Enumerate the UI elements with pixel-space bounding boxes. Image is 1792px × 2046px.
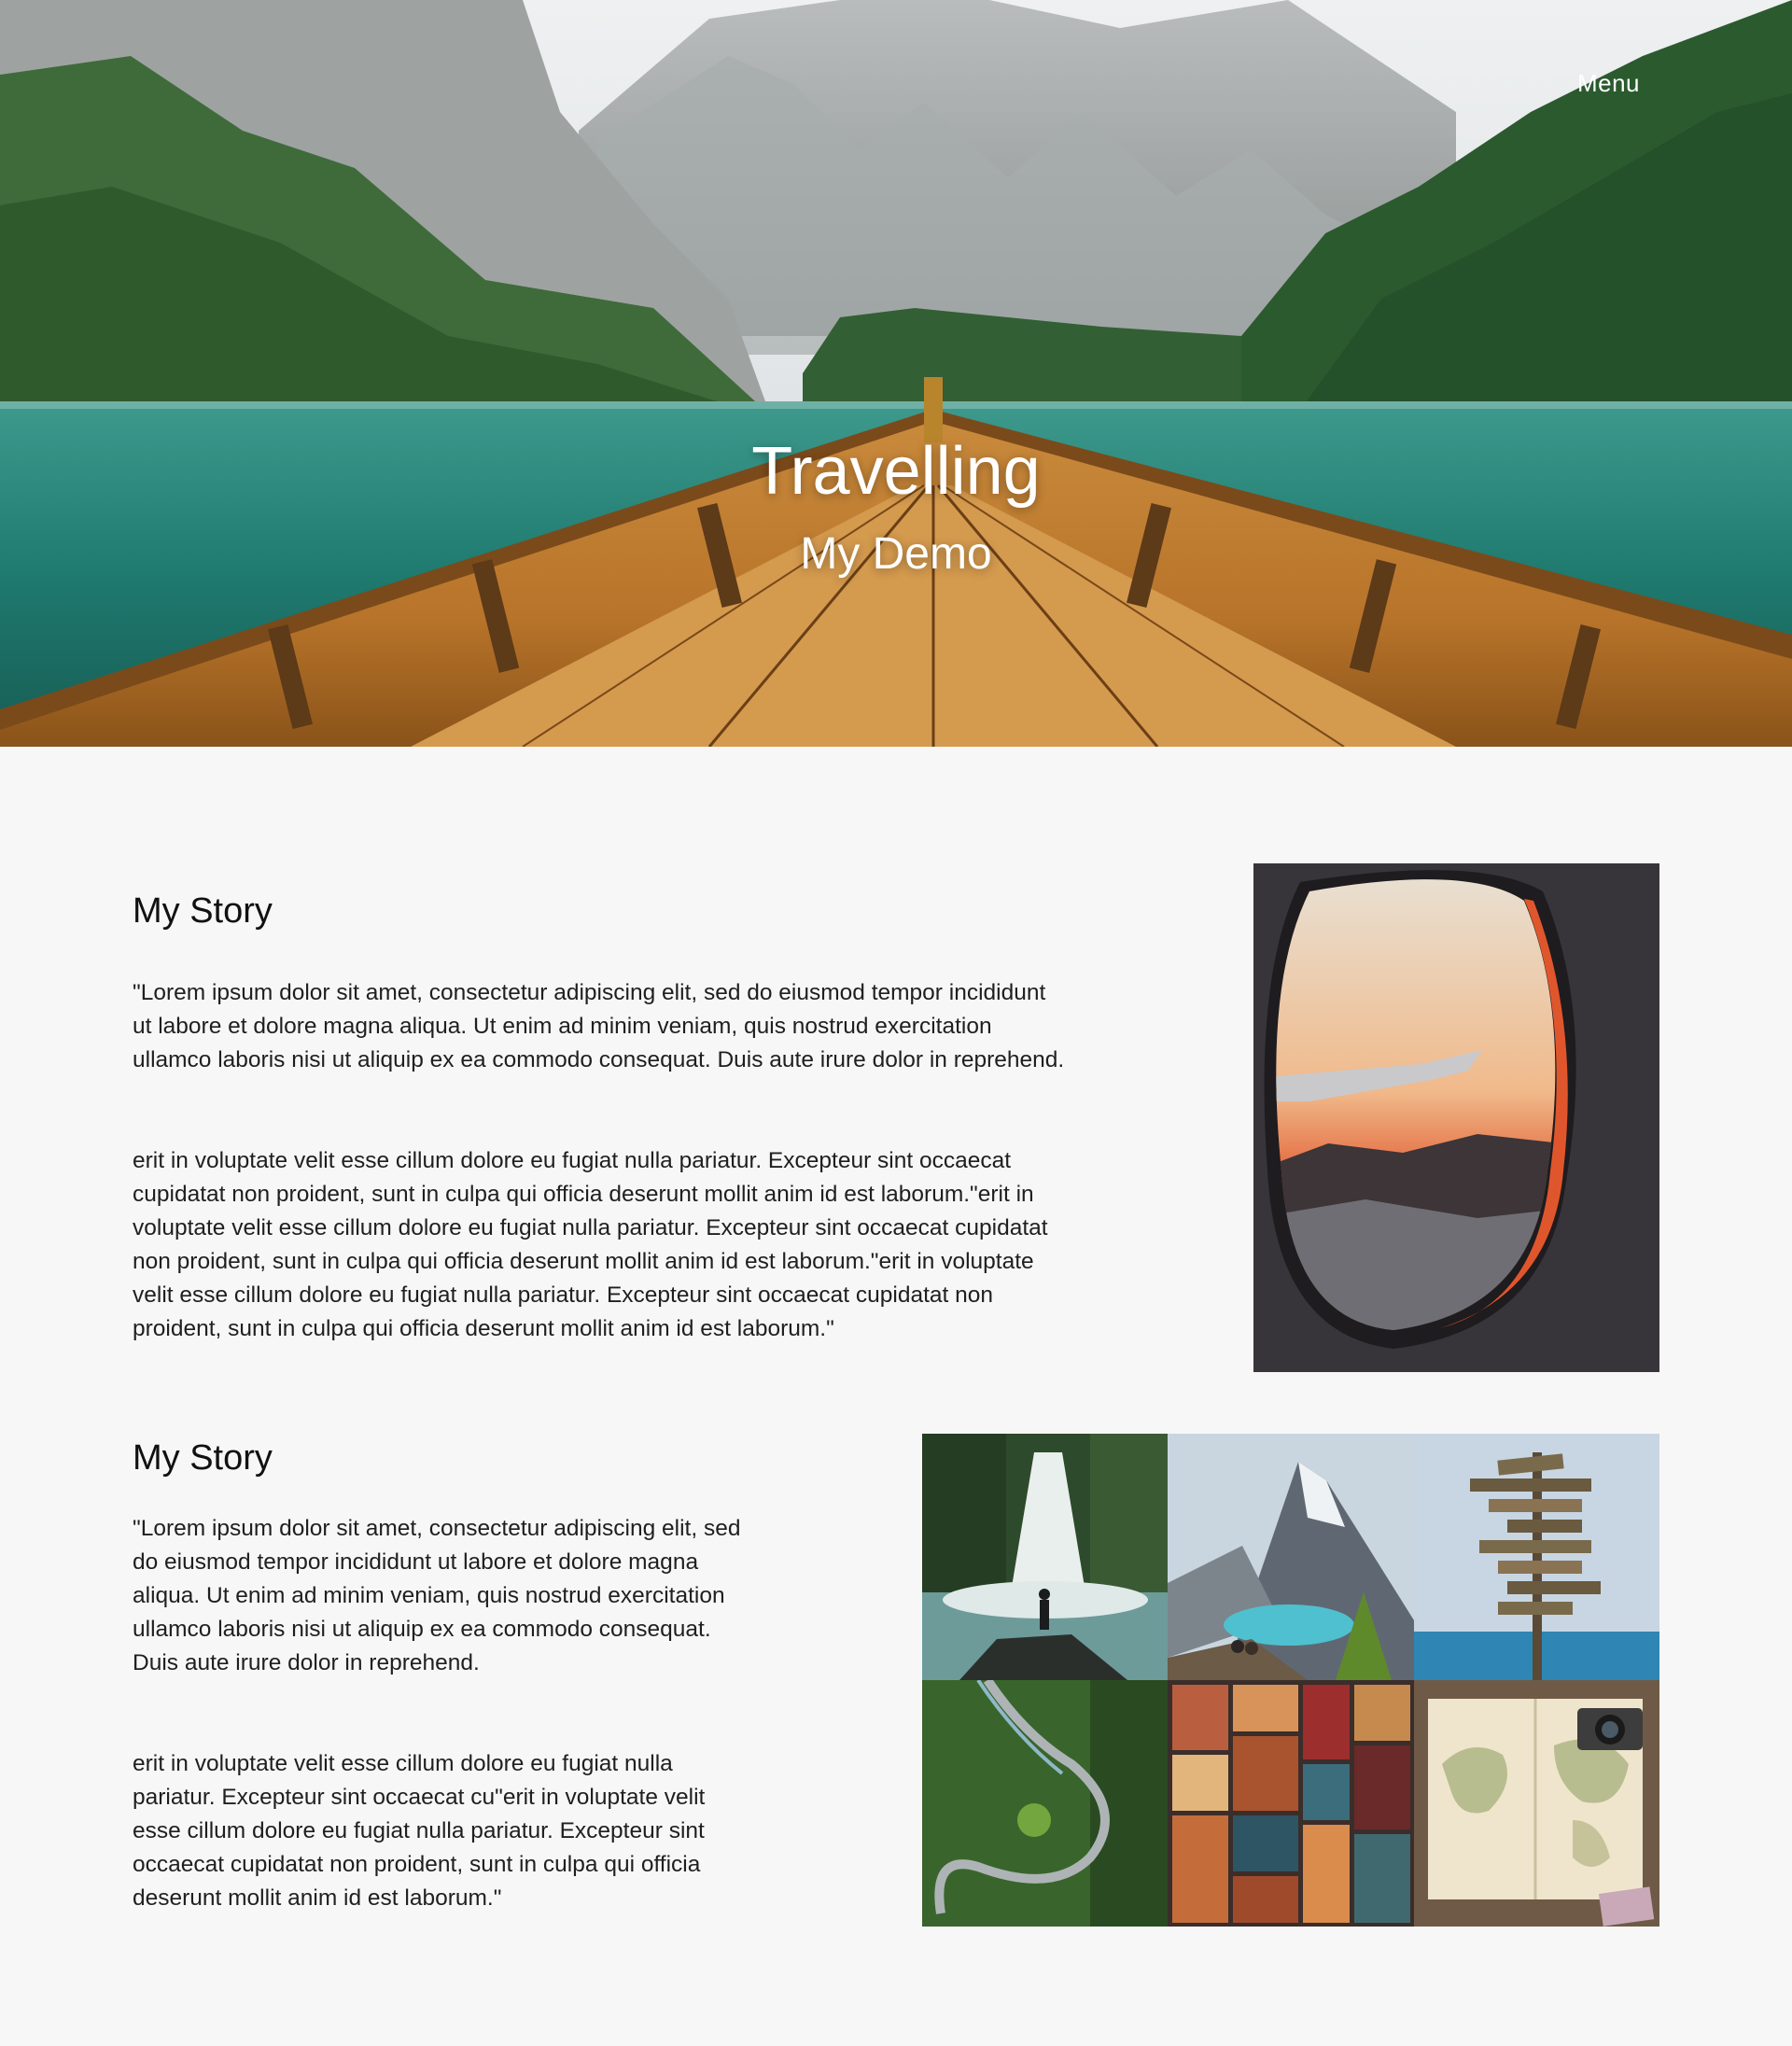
hero-banner: Menu Travelling My Demo [0,0,1792,747]
story-paragraph: "Lorem ipsum dolor sit amet, consectetur… [133,1516,741,1675]
signpost-photo [1413,1434,1659,1680]
travel-photo-collage [922,1434,1659,1927]
map-camera-photo [1413,1680,1659,1927]
winding-road-photo [922,1680,1169,1927]
section-heading: My Story [133,1438,273,1478]
suitcases-photo [1168,1680,1414,1927]
section-heading: My Story [133,891,273,931]
story-paragraph: erit in voluptate velit esse cillum dolo… [133,1148,1048,1341]
story-paragraph: erit in voluptate velit esse cillum dolo… [133,1751,706,1911]
mountain-lake-photo [1168,1434,1414,1680]
hero-subtitle: My Demo [800,529,992,579]
hero-title: Travelling [751,434,1041,509]
hero-lake-boat-image [0,0,1792,747]
menu-button[interactable]: Menu [1577,69,1640,98]
story-paragraph: "Lorem ipsum dolor sit amet, consectetur… [133,980,1065,1072]
waterfall-photo [922,1434,1169,1680]
airplane-window-photo [1253,863,1659,1372]
